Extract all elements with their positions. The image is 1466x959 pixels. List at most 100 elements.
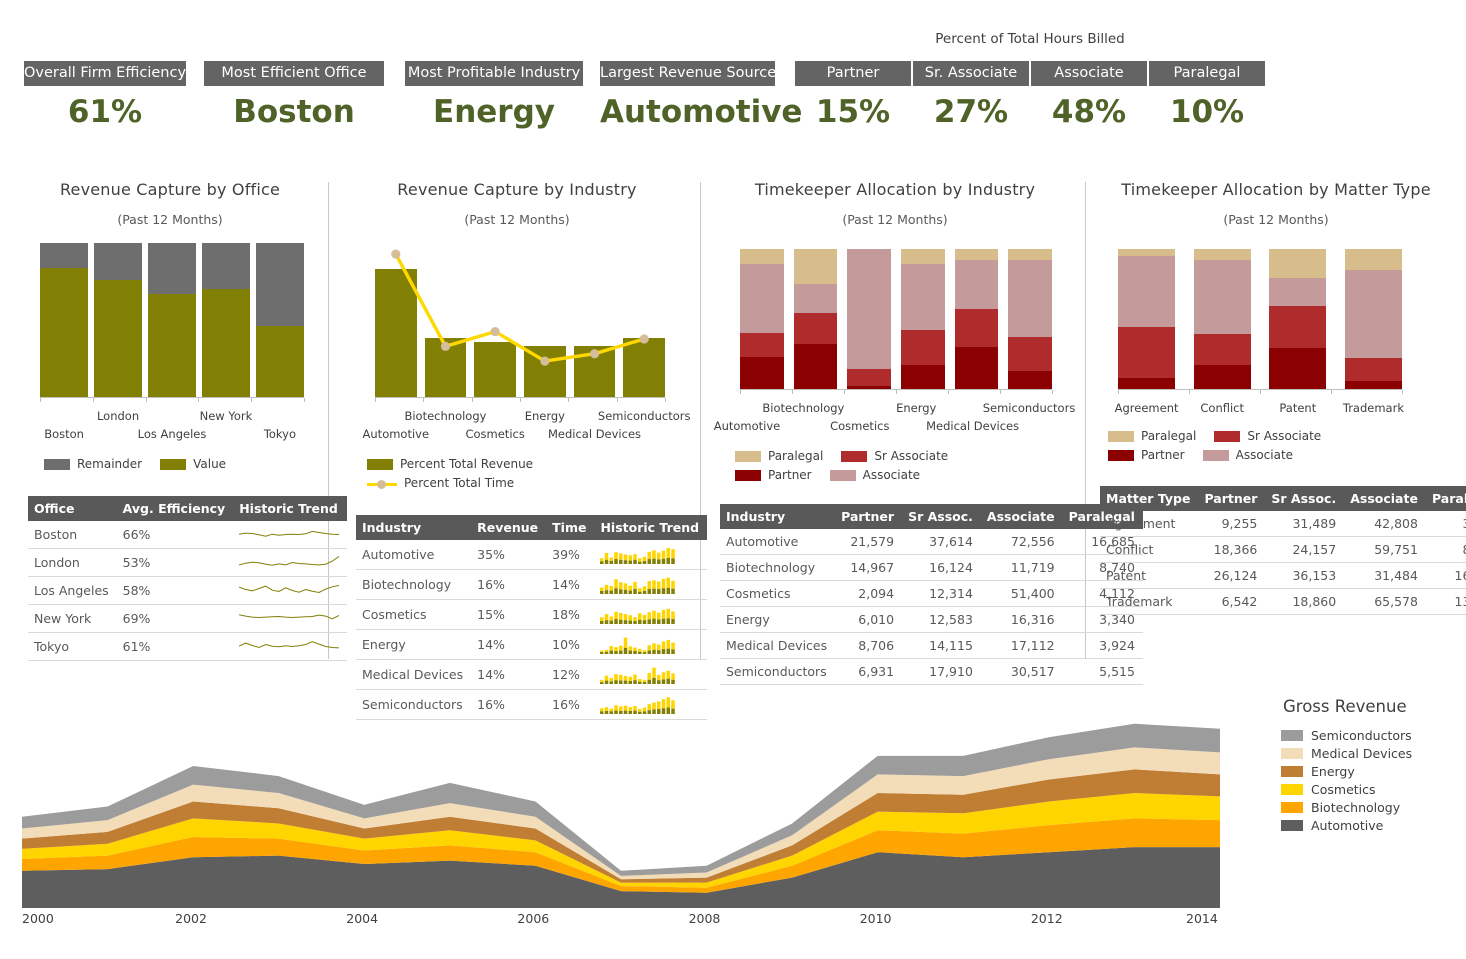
legend-item[interactable]: Partner: [735, 468, 812, 482]
x-axis-line: [40, 397, 304, 398]
table-row[interactable]: Trademark6,54218,86065,57813,930: [1100, 588, 1466, 615]
kpi-associate-hours[interactable]: Associate 48%: [1031, 61, 1147, 134]
bar-conflict[interactable]: [1193, 249, 1251, 389]
legend-label: Biotechnology: [1311, 800, 1401, 815]
cell-industry: Automotive: [356, 540, 472, 570]
cell-associate: 11,719: [980, 554, 1063, 581]
bar-biotechnology[interactable]: [793, 249, 838, 389]
table-row[interactable]: New York 69%: [28, 604, 348, 633]
legend-color-swatch: [735, 469, 761, 481]
bar-segment-sr-associate: [1008, 337, 1052, 371]
column-header-office: Office: [28, 496, 117, 521]
table-row[interactable]: Biotechnology 14,967 16,124 11,719 8,740: [720, 554, 1143, 581]
cell-historic-trend: [594, 599, 708, 630]
bar-new-york[interactable]: [201, 243, 251, 397]
table-row[interactable]: Tokyo 61%: [28, 632, 348, 661]
table-row[interactable]: Automotive 21,579 37,614 72,556 16,685: [720, 529, 1143, 555]
kpi-overall-firm-efficiency[interactable]: Overall Firm Efficiency 61%: [24, 61, 186, 134]
legend-item[interactable]: Automotive: [1281, 818, 1412, 833]
legend-item[interactable]: Paralegal: [1108, 429, 1196, 443]
cell-associate: 51,400: [980, 580, 1063, 607]
office-stacked-bar-chart: [40, 243, 305, 402]
bar-london[interactable]: [93, 243, 143, 397]
table-row[interactable]: Automotive 35% 39%: [356, 540, 708, 570]
legend-label: Sr Associate: [874, 449, 949, 463]
legend-item[interactable]: Percent Total Revenue: [367, 457, 533, 471]
x-axis-category-labels: Boston London Los Angeles New York Tokyo: [40, 407, 304, 449]
table-row[interactable]: Semiconductors 6,931 17,910 30,517 5,515: [720, 658, 1143, 685]
kpi-sr-associate-hours[interactable]: Sr. Associate 27%: [913, 61, 1029, 134]
table-row[interactable]: Conflict18,36624,15759,7518,294: [1100, 536, 1466, 563]
kpi-label: Largest Revenue Source: [600, 61, 775, 86]
bar-los-angeles[interactable]: [147, 243, 197, 397]
legend-item[interactable]: Percent Total Time: [367, 476, 514, 490]
legend-item[interactable]: Semiconductors: [1281, 728, 1412, 743]
axis-tick: [145, 398, 147, 402]
bar-segment-partner: [1269, 348, 1327, 389]
bar-medical-devices[interactable]: [954, 249, 999, 389]
legend-label: Sr Associate: [1247, 429, 1322, 443]
legend-item[interactable]: Cosmetics: [1281, 782, 1412, 797]
table-row[interactable]: Cosmetics 2,094 12,314 51,400 4,112: [720, 580, 1143, 607]
kpi-partner-hours[interactable]: Partner 15%: [795, 61, 911, 134]
legend-item[interactable]: Sr Associate: [1214, 429, 1321, 443]
legend-item[interactable]: Value: [160, 457, 226, 471]
bar-trademark[interactable]: [1344, 249, 1402, 389]
cell-matter-type: Trademark: [1100, 588, 1199, 615]
column-header-historic-trend: Historic Trend: [233, 496, 348, 521]
bar-boston[interactable]: [40, 243, 89, 397]
table-row[interactable]: Energy 6,010 12,583 16,316 3,340: [720, 606, 1143, 633]
legend-item[interactable]: Remainder: [44, 457, 142, 471]
table-row[interactable]: Patent26,12436,15331,48416,200: [1100, 562, 1466, 589]
bar-automotive[interactable]: [740, 249, 784, 389]
legend-item[interactable]: Biotechnology: [1281, 800, 1412, 815]
bar-energy[interactable]: [900, 249, 945, 389]
legend-item[interactable]: Associate: [829, 468, 920, 482]
legend-item[interactable]: Partner: [1108, 448, 1185, 462]
kpi-most-efficient-office[interactable]: Most Efficient Office Boston: [204, 61, 384, 134]
table-row[interactable]: London 53%: [28, 548, 348, 577]
cell-industry: Energy: [356, 629, 472, 660]
bar-agreement[interactable]: [1118, 249, 1176, 389]
bar-tokyo[interactable]: [255, 243, 304, 397]
kpi-paralegal-hours[interactable]: Paralegal 10%: [1149, 61, 1265, 134]
bar-semiconductors[interactable]: [1008, 249, 1052, 389]
bar-cosmetics[interactable]: [847, 249, 891, 389]
cell-historic-trend: [233, 604, 348, 633]
cell-partner: 6,931: [835, 658, 903, 685]
axis-tick: [40, 398, 41, 402]
table-row[interactable]: Semiconductors 16% 16%: [356, 689, 708, 720]
table-row[interactable]: Los Angeles 58%: [28, 576, 348, 605]
dashboard-root: Percent of Total Hours Billed Overall Fi…: [0, 0, 1466, 959]
legend-item[interactable]: Medical Devices: [1281, 746, 1412, 761]
table-row[interactable]: Boston 66%: [28, 521, 348, 549]
table-row[interactable]: Biotechnology 16% 14%: [356, 569, 708, 600]
axis-tick: [896, 390, 897, 394]
table-row[interactable]: Medical Devices 8,706 14,115 17,112 3,924: [720, 632, 1143, 659]
bar-segment-partner: [954, 347, 999, 389]
cell-historic-trend: [233, 521, 348, 549]
bar-patent[interactable]: [1269, 249, 1327, 389]
cell-associate: 17,112: [980, 632, 1063, 659]
kpi-label: Most Efficient Office: [204, 61, 384, 86]
bar-segment-associate: [1193, 260, 1251, 335]
legend-item[interactable]: Sr Associate: [841, 449, 948, 463]
axis-tick: [948, 390, 949, 394]
axis-tick: [375, 398, 376, 402]
table-row[interactable]: Agreement9,25531,48942,8083,891: [1100, 511, 1466, 537]
kpi-most-profitable-industry[interactable]: Most Profitable Industry Energy: [405, 61, 583, 134]
kpi-largest-revenue-source[interactable]: Largest Revenue Source Automotive: [600, 61, 802, 134]
cell-sr-assoc-: 12,583: [902, 606, 981, 633]
x-axis-tick-label: 2006: [517, 911, 550, 926]
legend-item[interactable]: Associate: [1202, 448, 1293, 462]
legend-item[interactable]: Energy: [1281, 764, 1412, 779]
table-row[interactable]: Energy 14% 10%: [356, 629, 708, 660]
table-row[interactable]: Cosmetics 15% 18%: [356, 599, 708, 630]
legend-item[interactable]: Paralegal: [735, 449, 823, 463]
table-header-row: Industry Partner Sr Assoc. Associate Paraleg…: [720, 504, 1143, 529]
industry-revenue-time-table: Industry Revenue Time Historic Trend Aut…: [356, 515, 708, 720]
x-axis-tick-label: 2008: [688, 911, 721, 926]
table-row[interactable]: Medical Devices 14% 12%: [356, 659, 708, 690]
column-header-industry: Industry: [356, 515, 472, 540]
bar-segment-sr-associate: [1193, 334, 1251, 366]
